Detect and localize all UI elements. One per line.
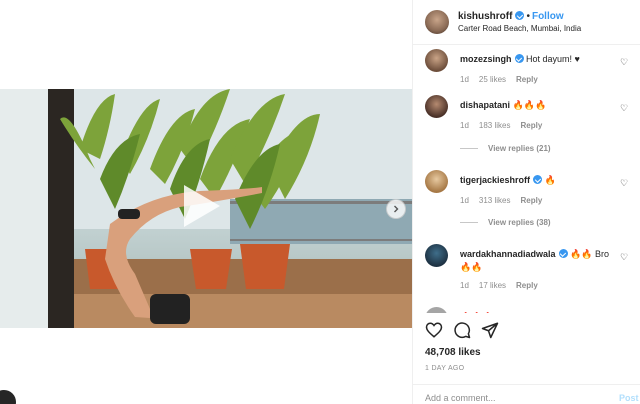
verified-badge-icon [558, 249, 568, 258]
comment-username[interactable]: wardakhannadiadwala [460, 249, 556, 259]
comment-text: tigerjackieshroff 🔥 [460, 174, 620, 187]
avatar[interactable] [425, 49, 448, 72]
comment-input[interactable] [425, 393, 605, 403]
avatar[interactable] [425, 170, 448, 193]
post-button[interactable]: Post [619, 393, 639, 403]
comment-username[interactable]: mozezsingh [460, 54, 512, 64]
comment-text: wardakhannadiadwala 🔥🔥 Bro 🔥🔥 [460, 248, 620, 274]
comment-likes[interactable]: 313 likes [479, 196, 511, 205]
avatar[interactable] [0, 390, 16, 404]
comment-likes[interactable]: 183 likes [479, 121, 511, 130]
author-username[interactable]: kishushroff [458, 11, 512, 22]
verified-badge-icon [514, 54, 524, 63]
comment-username[interactable]: tigerjackieshroff [460, 175, 530, 185]
comment-username[interactable]: dishapatani [460, 100, 510, 110]
location-link[interactable]: Carter Road Beach, Mumbai, India [458, 24, 581, 33]
action-bar [413, 315, 640, 345]
comment-body: Hot dayum! ♥ [526, 54, 580, 64]
comment-time[interactable]: 1d [460, 281, 469, 290]
author-avatar[interactable] [425, 10, 449, 34]
divider [460, 222, 478, 224]
heart-icon[interactable]: ♡ [620, 178, 628, 189]
author-line: kishushroff • Follow [458, 11, 564, 22]
play-icon[interactable] [176, 181, 226, 231]
add-comment-bar: Post [413, 384, 640, 404]
reply-button[interactable]: Reply [516, 281, 538, 290]
avatar[interactable] [425, 244, 448, 267]
comment-body: 🔥🔥🔥 [512, 100, 547, 110]
comment-meta: 1d 183 likes Reply [460, 121, 552, 130]
comment-time[interactable]: 1d [460, 196, 469, 205]
post-side-panel: kishushroff • Follow Carter Road Beach, Mu… [412, 0, 640, 404]
post-time[interactable]: 1 DAY AGO [425, 365, 464, 372]
reply-button[interactable]: Reply [516, 75, 538, 84]
comment-body: 🔥🔥🔥 [460, 312, 494, 313]
avatar[interactable] [425, 307, 448, 313]
likes-count[interactable]: 48,708 likes [425, 347, 481, 358]
heart-icon[interactable] [425, 321, 443, 339]
comment-meta: 1d 25 likes Reply [460, 75, 548, 84]
reply-button[interactable]: Reply [520, 196, 542, 205]
reply-button[interactable]: Reply [520, 121, 542, 130]
comment-text: 🔥🔥🔥 [460, 311, 620, 313]
post-header: kishushroff • Follow Carter Road Beach, Mu… [413, 0, 640, 45]
comment-likes[interactable]: 17 likes [479, 281, 506, 290]
verified-badge-icon [533, 175, 543, 184]
media-area [0, 0, 412, 404]
chevron-right-icon[interactable] [386, 199, 406, 219]
comment-meta: 1d 17 likes Reply [460, 281, 548, 290]
verified-badge-icon [515, 11, 525, 20]
heart-icon[interactable]: ♡ [620, 103, 628, 114]
comment-meta: 1d 313 likes Reply [460, 196, 552, 205]
follow-button[interactable]: Follow [532, 11, 564, 22]
divider [460, 148, 478, 150]
share-icon[interactable] [481, 321, 499, 339]
comments-list[interactable]: mozezsingh Hot dayum! ♥ ♡ 1d 25 likes Repl… [413, 45, 640, 313]
comment-likes[interactable]: 25 likes [479, 75, 506, 84]
view-replies-button[interactable]: View replies (21) [460, 144, 551, 153]
heart-icon[interactable]: ♡ [620, 57, 628, 68]
view-replies-label: View replies (38) [488, 218, 551, 227]
comment-text: dishapatani 🔥🔥🔥 [460, 99, 620, 112]
comment-time[interactable]: 1d [460, 121, 469, 130]
comment-body: 🔥 [544, 175, 556, 185]
heart-icon[interactable]: ♡ [620, 252, 628, 263]
comment-time[interactable]: 1d [460, 75, 469, 84]
view-replies-label: View replies (21) [488, 144, 551, 153]
view-replies-button[interactable]: View replies (38) [460, 218, 551, 227]
avatar[interactable] [425, 95, 448, 118]
comment-icon[interactable] [453, 321, 471, 339]
comment-text: mozezsingh Hot dayum! ♥ [460, 53, 620, 66]
separator-dot: • [526, 11, 530, 22]
